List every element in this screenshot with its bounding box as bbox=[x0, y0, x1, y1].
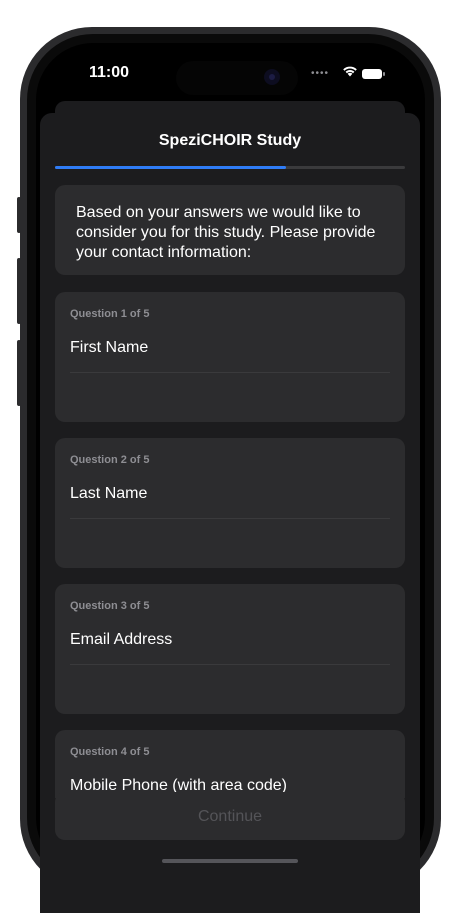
power-button bbox=[437, 305, 441, 405]
action-button bbox=[17, 197, 21, 233]
divider bbox=[70, 372, 390, 373]
divider bbox=[70, 664, 390, 665]
question-card: Question 1 of 5 First Name bbox=[55, 292, 405, 422]
volume-down-button bbox=[17, 340, 21, 406]
first-name-input[interactable] bbox=[70, 374, 390, 414]
battery-icon bbox=[362, 69, 385, 79]
divider bbox=[70, 518, 390, 519]
camera-icon bbox=[264, 69, 280, 85]
intro-text: Based on your answers we would like to c… bbox=[76, 204, 376, 261]
question-counter: Question 2 of 5 bbox=[70, 454, 150, 466]
question-counter: Question 3 of 5 bbox=[70, 600, 150, 612]
status-time: 11:00 bbox=[89, 64, 130, 81]
question-card: Question 3 of 5 Email Address bbox=[55, 584, 405, 714]
question-text: Last Name bbox=[70, 485, 148, 502]
intro-card: Based on your answers we would like to c… bbox=[55, 185, 405, 275]
signal-icon: •••• bbox=[311, 68, 330, 79]
continue-button[interactable]: Continue bbox=[55, 792, 405, 840]
question-text: First Name bbox=[70, 339, 149, 356]
progress-bar-fill bbox=[55, 166, 286, 169]
volume-up-button bbox=[17, 258, 21, 324]
home-indicator[interactable] bbox=[162, 859, 298, 863]
progress-bar bbox=[55, 166, 405, 169]
wifi-icon bbox=[343, 66, 357, 77]
last-name-input[interactable] bbox=[70, 520, 390, 560]
page-title: SpeziCHOIR Study bbox=[158, 132, 302, 149]
email-address-input[interactable] bbox=[70, 666, 390, 706]
dynamic-island bbox=[176, 61, 298, 95]
question-card: Question 2 of 5 Last Name bbox=[55, 438, 405, 568]
question-text: Email Address bbox=[70, 631, 173, 648]
question-counter: Question 4 of 5 bbox=[70, 746, 150, 758]
question-counter: Question 1 of 5 bbox=[70, 308, 150, 320]
